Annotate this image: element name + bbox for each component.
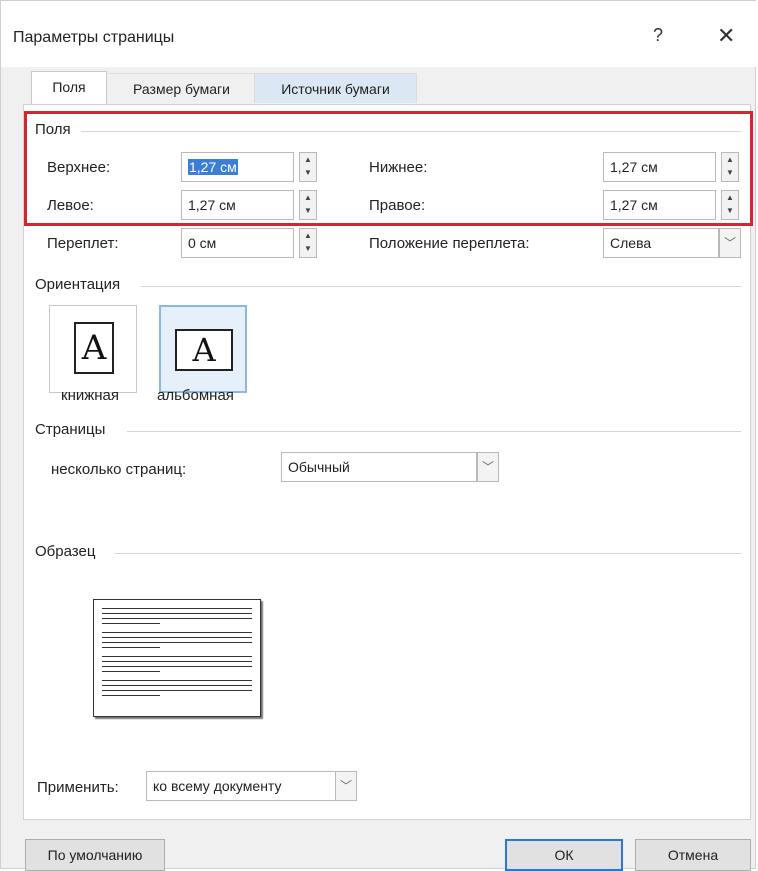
gutter-label: Переплет: <box>47 235 119 252</box>
pages-section-label: Страницы <box>35 421 112 438</box>
portrait-page-icon: A <box>74 322 114 374</box>
gutter-position-label: Положение переплета: <box>369 235 530 252</box>
landscape-button[interactable]: A <box>159 305 247 393</box>
sample-section-divider <box>115 553 741 554</box>
gutter-position-select[interactable]: Слева <box>603 228 719 258</box>
preview-line <box>102 608 252 609</box>
chevron-down-icon[interactable]: ﹀ <box>477 452 499 482</box>
title-bar: Параметры страницы ? ✕ <box>1 1 757 67</box>
preview-line <box>102 680 252 681</box>
preview-line <box>102 637 252 638</box>
tab-margins[interactable]: Поля <box>31 71 107 105</box>
tab-paper-source[interactable]: Источник бумаги <box>255 73 417 103</box>
orientation-section-divider <box>141 286 741 287</box>
portrait-button[interactable]: A <box>49 305 137 393</box>
page-preview <box>93 599 261 717</box>
preview-line <box>102 642 252 643</box>
margins-highlight-box <box>24 111 753 226</box>
page-setup-dialog: Параметры страницы ? ✕ Поля Размер бумаг… <box>0 0 757 871</box>
preview-line <box>102 613 252 614</box>
sample-section-label: Образец <box>35 543 102 560</box>
preview-line <box>102 671 160 672</box>
preview-line <box>102 666 252 667</box>
preview-line <box>102 690 252 691</box>
pages-section-divider <box>127 431 741 432</box>
window-title: Параметры страницы <box>13 29 175 46</box>
gutter-input[interactable]: 0 см <box>181 228 294 258</box>
cancel-button[interactable]: Отмена <box>635 839 751 871</box>
gutter-spin-icon[interactable]: ▲ ▼ <box>299 228 317 258</box>
apply-to-label: Применить: <box>37 779 119 796</box>
set-default-button[interactable]: По умолчанию <box>25 839 165 871</box>
multiple-pages-label: несколько страниц: <box>51 461 187 478</box>
multiple-pages-value: Обычный <box>288 459 350 475</box>
landscape-label: альбомная <box>157 387 234 404</box>
gutter-value: 0 см <box>188 235 217 251</box>
preview-line <box>102 623 160 624</box>
multiple-pages-select[interactable]: Обычный <box>281 452 477 482</box>
apply-to-value: ко всему документу <box>153 778 282 794</box>
gutter-position-value: Слева <box>610 235 652 251</box>
landscape-page-icon: A <box>175 329 233 371</box>
apply-to-select[interactable]: ко всему документу <box>146 771 336 801</box>
close-icon[interactable]: ✕ <box>717 23 735 49</box>
preview-line <box>102 618 252 619</box>
orientation-section-label: Ориентация <box>35 276 127 293</box>
chevron-down-icon[interactable]: ﹀ <box>719 228 741 258</box>
preview-line <box>102 632 252 633</box>
preview-line <box>102 656 252 657</box>
portrait-label: книжная <box>61 387 120 404</box>
chevron-down-icon[interactable]: ﹀ <box>335 771 357 801</box>
preview-line <box>102 695 160 696</box>
help-icon[interactable]: ? <box>653 25 663 46</box>
preview-line <box>102 647 160 648</box>
ok-button[interactable]: ОК <box>505 839 623 871</box>
tab-paper-size[interactable]: Размер бумаги <box>109 73 255 103</box>
preview-line <box>102 685 252 686</box>
preview-line <box>102 661 252 662</box>
